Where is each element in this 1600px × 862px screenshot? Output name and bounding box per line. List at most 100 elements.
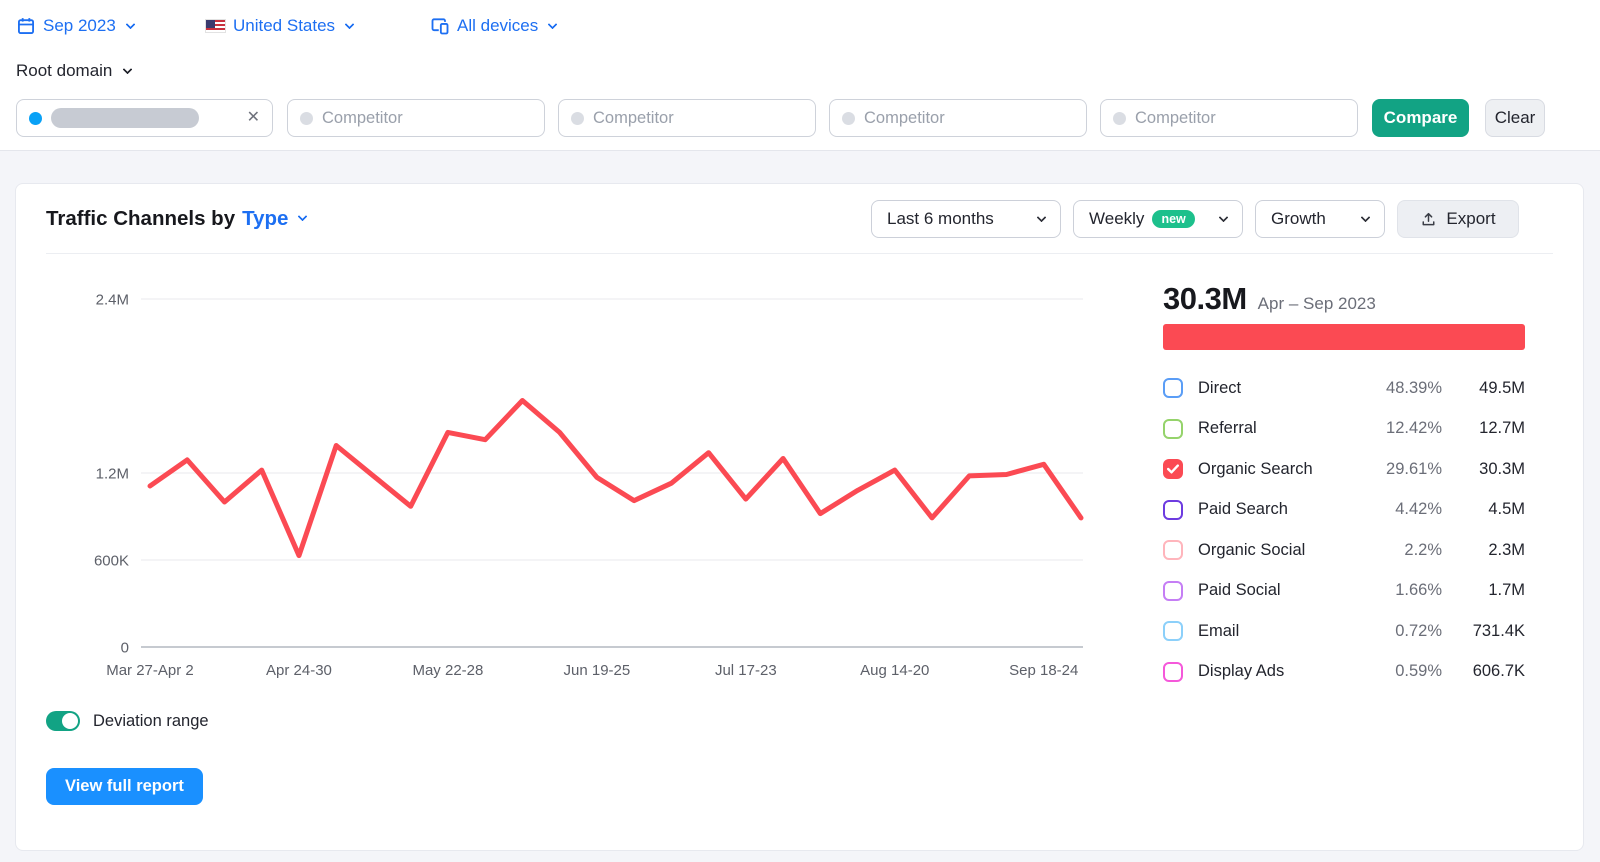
y-tick-label: 0	[121, 640, 129, 657]
checkbox-unchecked[interactable]	[1163, 621, 1183, 642]
legend-value: 1.7M	[1488, 581, 1525, 600]
title-type-label: Type	[242, 206, 289, 230]
legend-row-organic-social[interactable]: Organic Social 2.2% 2.3M	[1163, 530, 1525, 571]
legend-row-direct[interactable]: Direct 48.39% 49.5M	[1163, 368, 1525, 409]
chevron-down-icon	[344, 19, 355, 29]
summary: 30.3M Apr – Sep 2023	[1163, 281, 1525, 317]
competitor-color-dot-icon	[1113, 111, 1126, 125]
checkbox-unchecked[interactable]	[1163, 580, 1183, 601]
date-filter-dropdown[interactable]: Sep 2023	[16, 12, 136, 40]
traffic-chart: 0 600K 1.2M 2.4M Mar 27-Apr 2 Apr 24-30 May 22…	[41, 271, 1161, 701]
chevron-down-icon	[1036, 212, 1047, 222]
page-title: Traffic Channels by Type	[46, 206, 308, 231]
legend-value: 731.4K	[1472, 621, 1525, 640]
checkbox-unchecked[interactable]	[1163, 499, 1183, 520]
checkbox-unchecked[interactable]	[1163, 378, 1183, 399]
legend-row-display-ads[interactable]: Display Ads 0.59% 606.7K	[1163, 652, 1525, 693]
summary-range: Apr – Sep 2023	[1257, 294, 1376, 313]
clear-button[interactable]: Clear	[1485, 99, 1545, 137]
x-tick-label: May 22-28	[412, 662, 483, 679]
competitor-field[interactable]	[864, 108, 1074, 128]
summary-bar	[1163, 324, 1525, 350]
x-tick-label: Apr 24-30	[266, 662, 332, 679]
legend-percent: 2.2%	[1404, 540, 1442, 559]
competitor-field[interactable]	[593, 108, 803, 128]
title-type-dropdown[interactable]: Type	[242, 206, 308, 231]
traffic-line-series	[147, 398, 1084, 559]
period-dropdown[interactable]: Last 6 months	[871, 200, 1061, 238]
view-full-report-button[interactable]: View full report	[46, 768, 203, 805]
legend-row-paid-search[interactable]: Paid Search 4.42% 4.5M	[1163, 490, 1525, 531]
legend-percent: 1.66%	[1395, 581, 1442, 600]
checkbox-unchecked[interactable]	[1163, 661, 1183, 682]
export-label: Export	[1446, 209, 1496, 228]
competitor-field[interactable]	[322, 108, 532, 128]
competitor-field[interactable]	[1135, 108, 1345, 128]
checkbox-unchecked[interactable]	[1163, 418, 1183, 439]
device-filter-dropdown[interactable]: All devices	[430, 12, 558, 40]
new-badge: new	[1152, 209, 1195, 229]
legend-row-email[interactable]: Email 0.72% 731.4K	[1163, 611, 1525, 652]
location-filter-label: United States	[233, 16, 336, 35]
legend-label: Email	[1198, 621, 1240, 640]
competitor-input-3[interactable]	[829, 99, 1087, 137]
metric-dropdown[interactable]: Growth	[1255, 200, 1385, 238]
main-domain-input[interactable]: ✕	[16, 99, 273, 137]
competitor-color-dot-icon	[300, 111, 313, 125]
competitor-input-2[interactable]	[558, 99, 816, 137]
chevron-down-icon	[547, 19, 558, 29]
legend-label: Organic Search	[1198, 459, 1313, 478]
legend-value: 12.7M	[1479, 419, 1525, 438]
granularity-dropdown[interactable]: Weekly new	[1073, 200, 1243, 238]
competitor-color-dot-icon	[842, 111, 855, 125]
chevron-down-icon	[297, 211, 308, 222]
close-icon[interactable]: ✕	[247, 110, 260, 126]
device-filter-label: All devices	[457, 16, 539, 35]
date-filter-label: Sep 2023	[43, 16, 116, 35]
line-chart-svg: 0 600K 1.2M 2.4M Mar 27-Apr 2 Apr 24-30 May 22…	[94, 292, 1084, 679]
legend-percent: 12.42%	[1386, 419, 1442, 438]
scope-selector-dropdown[interactable]: Root domain	[16, 57, 133, 85]
check-icon	[1167, 464, 1179, 474]
legend-value: 49.5M	[1479, 378, 1525, 397]
legend-percent: 29.61%	[1386, 459, 1442, 478]
export-button[interactable]: Export	[1397, 200, 1519, 238]
compare-button[interactable]: Compare	[1372, 99, 1469, 137]
legend-label: Organic Social	[1198, 540, 1306, 559]
legend-label: Direct	[1198, 378, 1242, 397]
legend-label: Display Ads	[1198, 662, 1285, 681]
chevron-down-icon	[125, 19, 136, 29]
competitor-color-dot-icon	[571, 111, 584, 125]
masked-domain-value	[51, 108, 199, 128]
legend-percent: 0.59%	[1395, 662, 1442, 681]
page: Sep 2023 United States All devices Root …	[0, 0, 1600, 862]
chevron-down-icon	[122, 64, 133, 74]
deviation-range-toggle[interactable]	[46, 711, 80, 731]
checkbox-checked[interactable]	[1163, 459, 1183, 480]
toggle-knob	[62, 713, 78, 729]
deviation-range-label: Deviation range	[93, 711, 209, 730]
legend-percent: 0.72%	[1395, 621, 1442, 640]
y-tick-label: 1.2M	[96, 466, 129, 483]
checkbox-unchecked[interactable]	[1163, 540, 1183, 561]
location-filter-dropdown[interactable]: United States	[205, 12, 355, 40]
legend-value: 30.3M	[1479, 459, 1525, 478]
legend-row-organic-search[interactable]: Organic Search 29.61% 30.3M	[1163, 449, 1525, 490]
title-prefix: Traffic Channels by	[46, 206, 236, 230]
x-tick-label: Jun 19-25	[564, 662, 631, 679]
competitor-input-4[interactable]	[1100, 99, 1358, 137]
legend-panel: 30.3M Apr – Sep 2023 Direct 48.39% 49.5M Re…	[1163, 281, 1525, 692]
legend-value: 4.5M	[1488, 500, 1525, 519]
x-tick-label: Mar 27-Apr 2	[106, 662, 194, 679]
channel-legend: Direct 48.39% 49.5M Referral 12.42% 12.7M Orga…	[1163, 368, 1525, 692]
legend-row-paid-social[interactable]: Paid Social 1.66% 1.7M	[1163, 571, 1525, 612]
x-tick-label: Jul 17-23	[715, 662, 777, 679]
chevron-down-icon	[1360, 212, 1371, 222]
deviation-row: Deviation range	[46, 711, 209, 731]
competitor-input-1[interactable]	[287, 99, 545, 137]
legend-value: 2.3M	[1488, 540, 1525, 559]
period-label: Last 6 months	[887, 209, 994, 228]
scope-selector-label: Root domain	[16, 61, 113, 80]
calendar-icon	[18, 18, 34, 34]
legend-row-referral[interactable]: Referral 12.42% 12.7M	[1163, 409, 1525, 450]
